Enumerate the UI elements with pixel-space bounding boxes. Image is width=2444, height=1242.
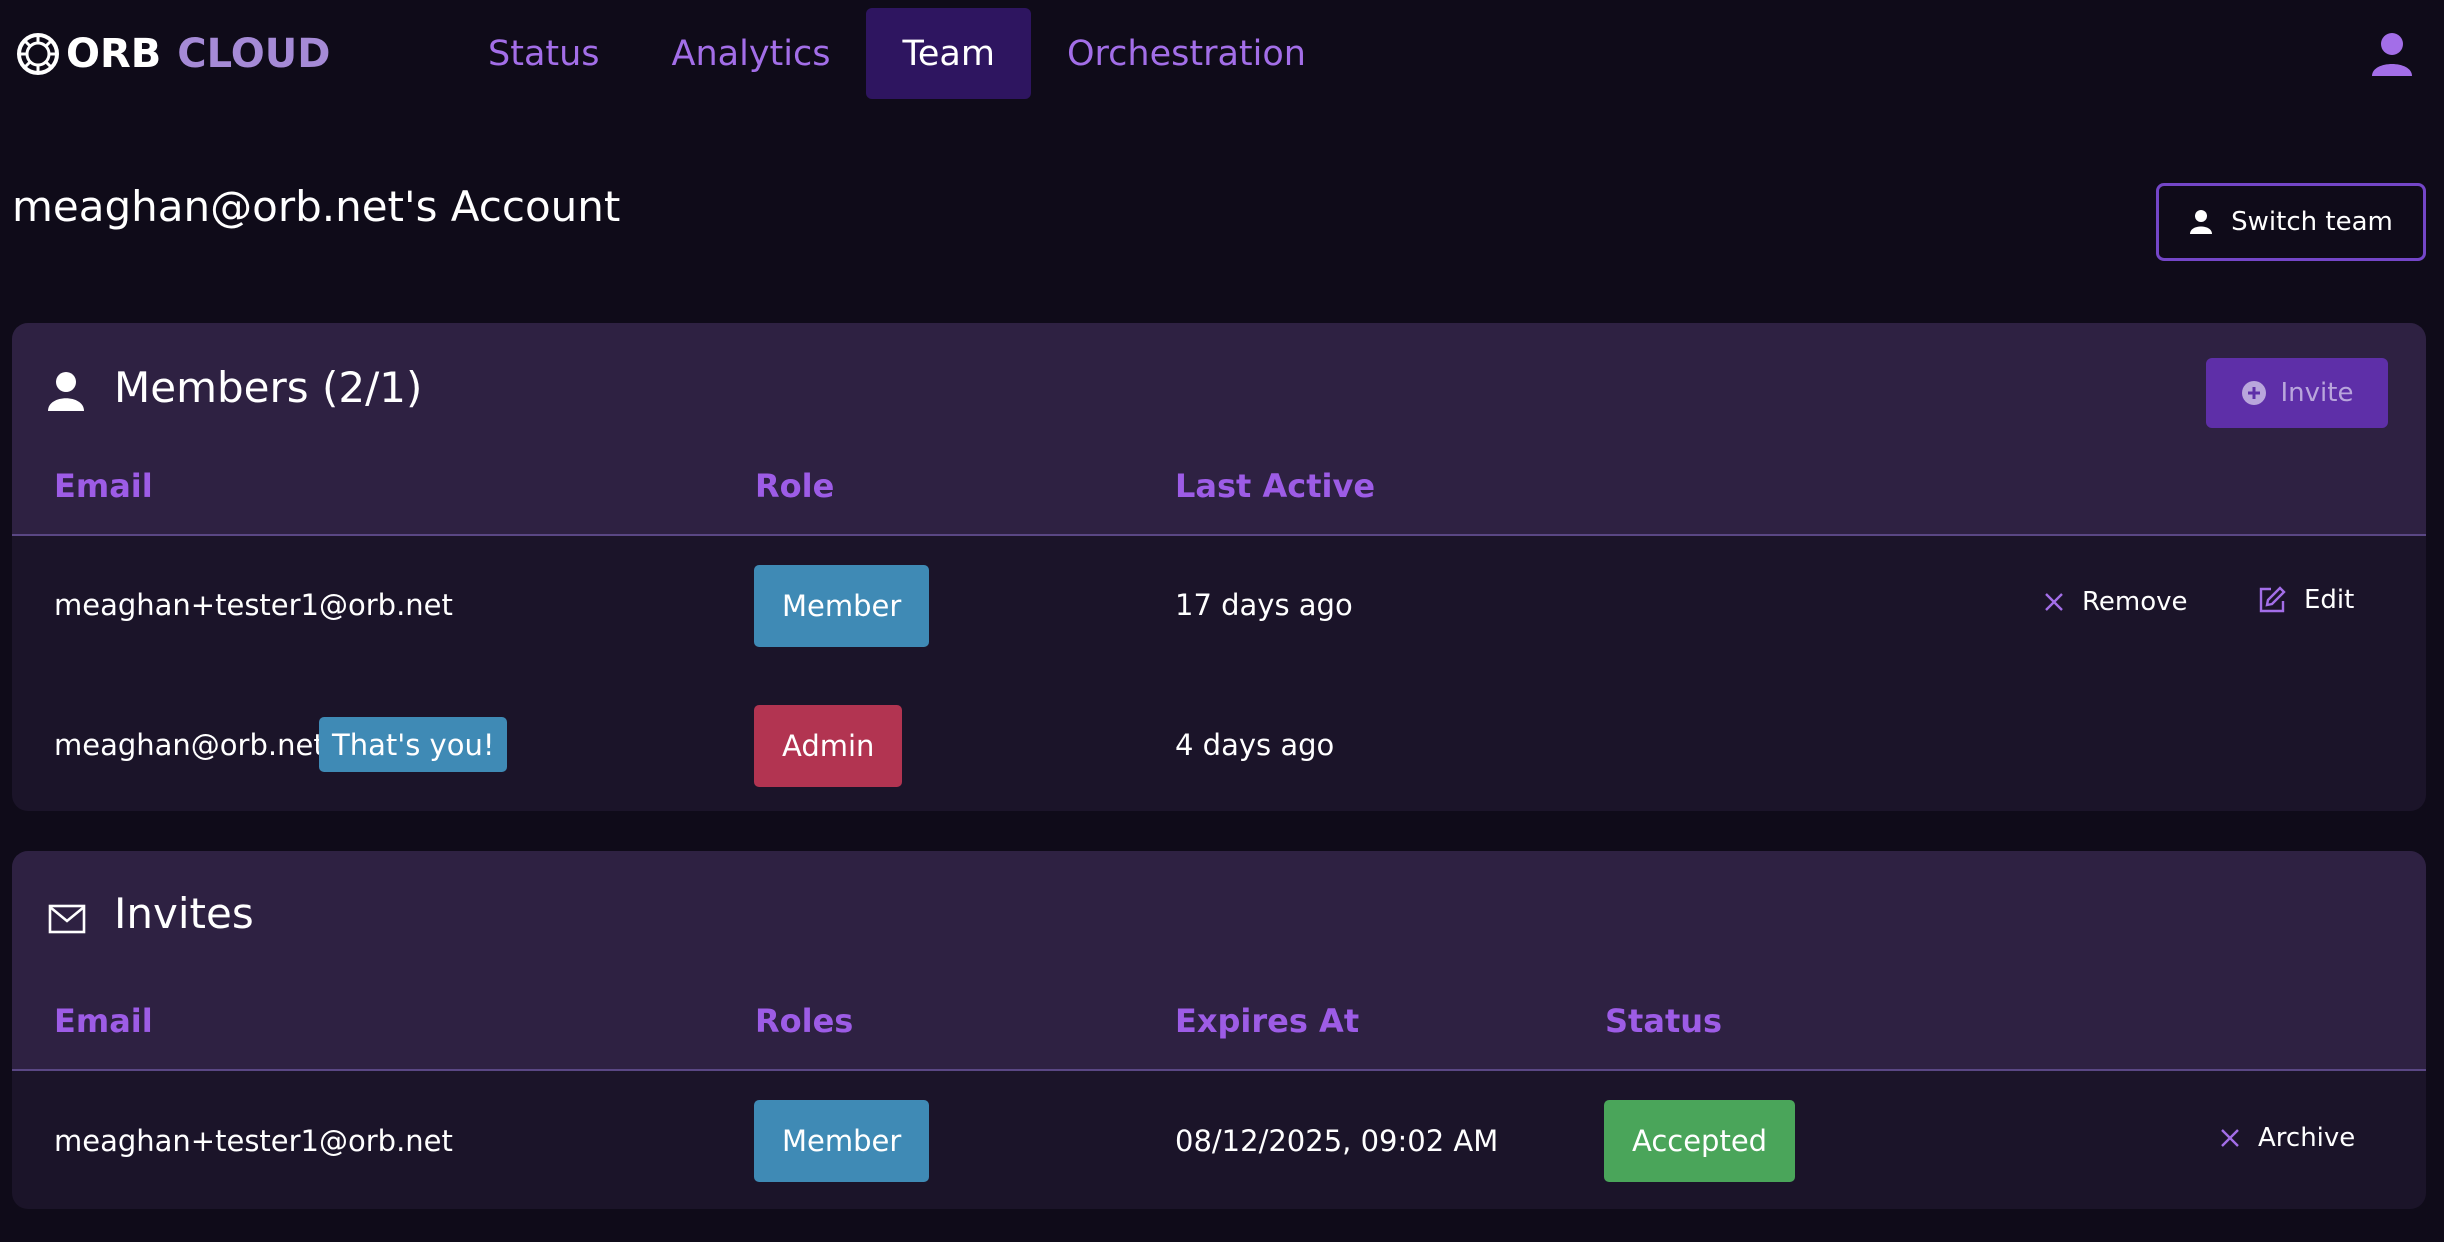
column-header-expires-at[interactable]: Expires At xyxy=(1175,1002,1359,1040)
archive-label: Archive xyxy=(2258,1123,2356,1153)
member-email: meaghan+tester1@orb.net xyxy=(54,588,453,622)
remove-member-button[interactable]: Remove xyxy=(2044,587,2188,617)
invites-header-divider xyxy=(12,1069,2426,1071)
invite-email: meaghan+tester1@orb.net xyxy=(54,1124,453,1158)
members-card-header: Members (2/1) Invite Email Role Last Act… xyxy=(12,323,2426,534)
plus-circle-icon xyxy=(2241,381,2266,405)
close-icon xyxy=(2045,593,2063,611)
close-icon xyxy=(2221,1129,2239,1147)
column-header-email[interactable]: Email xyxy=(54,467,153,505)
nav-item-orchestration[interactable]: Orchestration xyxy=(1031,8,1342,99)
members-card: Members (2/1) Invite Email Role Last Act… xyxy=(12,323,2426,811)
remove-label: Remove xyxy=(2082,587,2188,617)
invite-label: Invite xyxy=(2280,378,2354,408)
invites-title: Invites xyxy=(114,889,254,938)
column-header-email[interactable]: Email xyxy=(54,1002,153,1040)
edit-member-button[interactable]: Edit xyxy=(2258,585,2354,615)
main-nav: Status Analytics Team Orchestration xyxy=(452,8,1342,99)
invites-card-header: Invites Email Roles Expires At Status xyxy=(12,851,2426,1069)
orb-logo-icon xyxy=(17,33,59,75)
column-header-role[interactable]: Role xyxy=(755,467,834,505)
status-badge: Accepted xyxy=(1604,1100,1796,1182)
archive-invite-button[interactable]: Archive xyxy=(2220,1123,2355,1153)
role-badge: Admin xyxy=(754,705,903,787)
member-last-active: 4 days ago xyxy=(1175,728,1335,762)
invite-expires-at: 08/12/2025, 09:02 AM xyxy=(1175,1124,1499,1158)
invites-card: Invites Email Roles Expires At Status me… xyxy=(12,851,2426,1209)
logo-text-cloud: CLOUD xyxy=(177,31,331,77)
orb-cloud-logo[interactable]: ORB CLOUD xyxy=(16,30,330,78)
nav-item-team[interactable]: Team xyxy=(866,8,1031,99)
switch-team-label: Switch team xyxy=(2231,207,2393,237)
edit-label: Edit xyxy=(2304,585,2355,615)
role-badge: Member xyxy=(754,565,930,647)
member-last-active: 17 days ago xyxy=(1175,588,1353,622)
members-header-divider xyxy=(12,534,2426,536)
top-navigation-bar: ORB CLOUD Status Analytics Team Orchestr… xyxy=(0,0,2444,108)
edit-icon xyxy=(2259,586,2286,613)
user-menu-button[interactable] xyxy=(2370,30,2414,78)
mail-icon xyxy=(48,904,86,934)
logo-text-orb: ORB xyxy=(66,31,162,77)
current-user-badge: That's you! xyxy=(319,717,508,772)
column-header-roles[interactable]: Roles xyxy=(755,1002,853,1040)
user-icon xyxy=(48,372,84,411)
nav-item-status[interactable]: Status xyxy=(452,8,636,99)
column-header-status[interactable]: Status xyxy=(1605,1002,1722,1040)
member-email: meaghan@orb.net xyxy=(54,728,325,762)
switch-team-button[interactable]: Switch team xyxy=(2156,183,2426,261)
user-icon xyxy=(2190,210,2213,234)
invite-button[interactable]: Invite xyxy=(2206,358,2388,428)
page-title: meaghan@orb.net's Account xyxy=(12,182,621,231)
members-title: Members (2/1) xyxy=(114,363,423,412)
role-badge: Member xyxy=(754,1100,930,1182)
nav-item-analytics[interactable]: Analytics xyxy=(636,8,867,99)
column-header-last-active[interactable]: Last Active xyxy=(1175,467,1375,505)
user-avatar-icon xyxy=(2372,33,2412,76)
